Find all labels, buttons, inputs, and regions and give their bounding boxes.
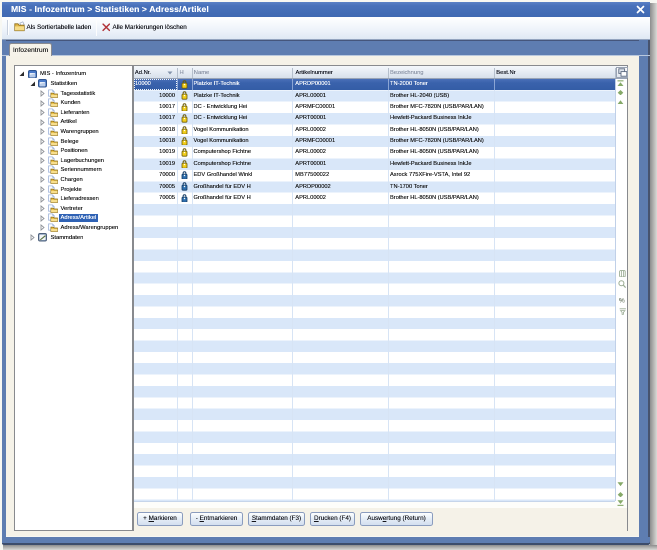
svg-text:%: %: [619, 298, 625, 304]
